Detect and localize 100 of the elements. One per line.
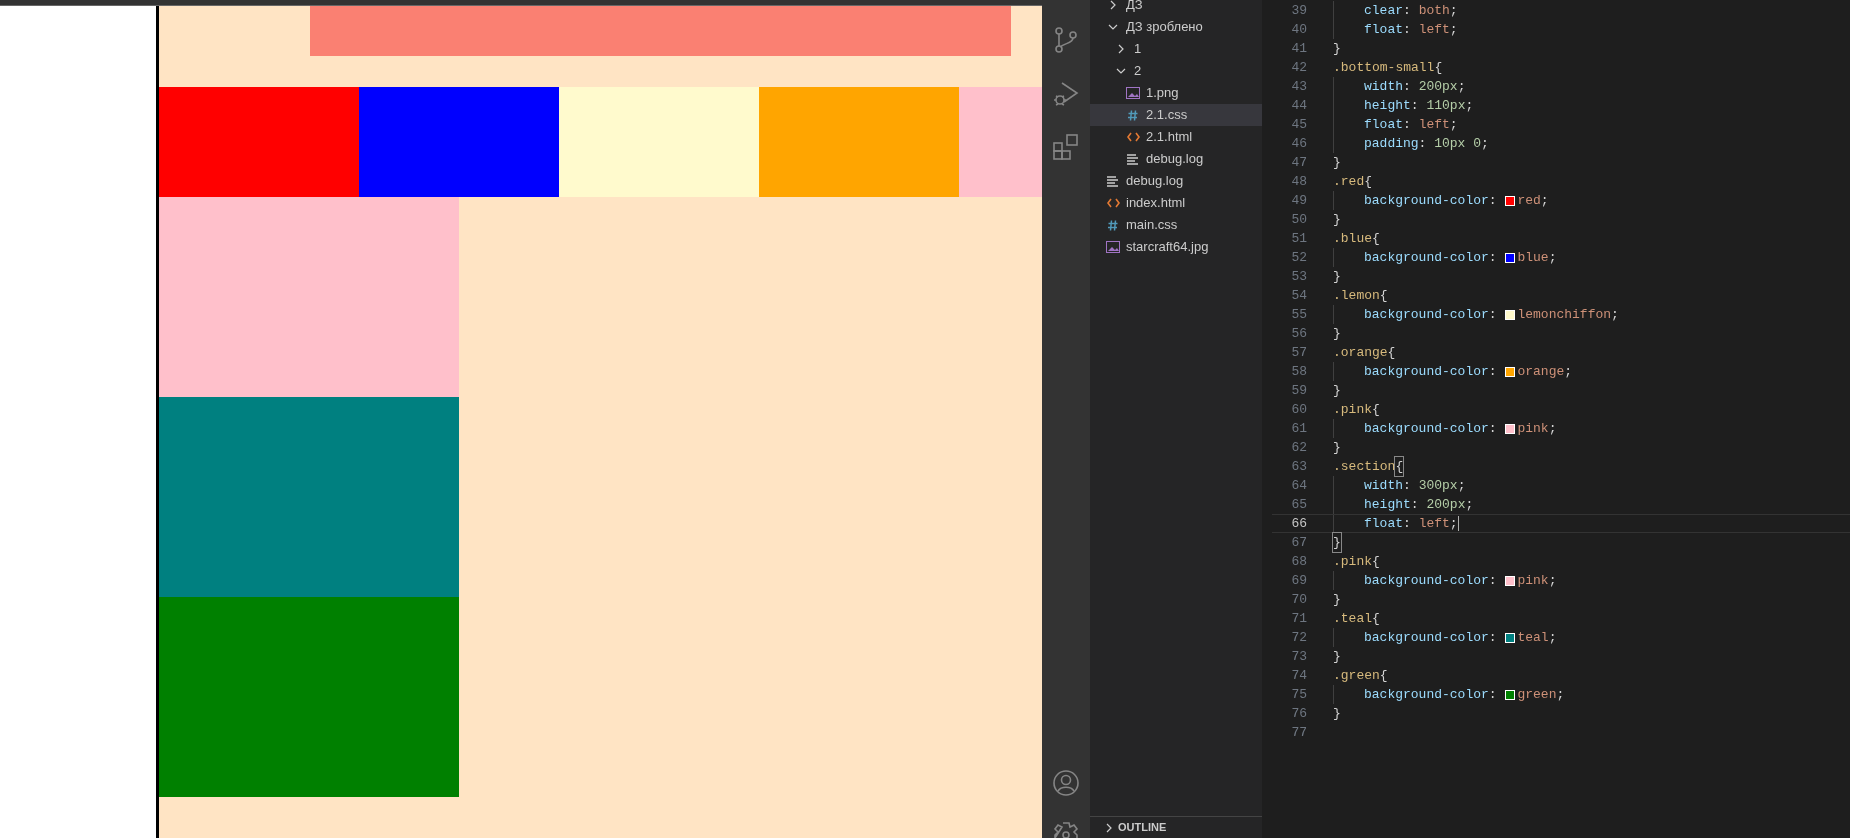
line-number: 61 [1290, 419, 1307, 438]
color-swatch[interactable] [1505, 366, 1516, 377]
line-number: 62 [1290, 438, 1307, 457]
code-line: } [1333, 381, 1341, 400]
line-number: 42 [1290, 58, 1307, 77]
folder-item[interactable]: 2 [1090, 60, 1262, 82]
color-swatch[interactable] [1505, 309, 1516, 320]
code-line: } [1333, 533, 1341, 552]
line-number: 46 [1290, 134, 1307, 153]
code-line: width: 300px; [1333, 476, 1466, 495]
line-number: 71 [1290, 609, 1307, 628]
source-control-icon[interactable] [1053, 26, 1079, 54]
chevron-icon [1114, 68, 1128, 74]
folder-item[interactable]: 1 [1090, 38, 1262, 60]
code-line: } [1333, 39, 1341, 58]
color-swatch[interactable] [1505, 632, 1516, 643]
code-line: width: 200px; [1333, 77, 1466, 96]
code-line: } [1333, 153, 1341, 172]
code-line: .lemon{ [1333, 286, 1388, 305]
color-swatch[interactable] [1505, 575, 1516, 586]
code-line: float: left; [1333, 115, 1458, 134]
code-brackets-icon [1126, 132, 1140, 142]
color-swatch[interactable] [1505, 195, 1516, 206]
line-number: 43 [1290, 77, 1307, 96]
code-line: } [1333, 590, 1341, 609]
file-item[interactable]: index.html [1090, 192, 1262, 214]
color-swatch[interactable] [1505, 252, 1516, 263]
file-item[interactable]: debug.log [1090, 148, 1262, 170]
line-number: 72 [1290, 628, 1307, 647]
line-number: 63 [1290, 457, 1307, 476]
code-line: .teal{ [1333, 609, 1380, 628]
line-number: 77 [1290, 723, 1307, 742]
line-number: 75 [1290, 685, 1307, 704]
line-number: 54 [1290, 286, 1307, 305]
code-line: } [1333, 210, 1341, 229]
file-item[interactable]: starcraft64.jpg [1090, 236, 1262, 258]
code-line: clear: both; [1333, 1, 1458, 20]
line-number: 39 [1290, 1, 1307, 20]
line-number: 44 [1290, 96, 1307, 115]
hash-icon [1126, 109, 1140, 121]
code-line: .pink{ [1333, 552, 1380, 571]
run-debug-icon[interactable] [1053, 80, 1079, 108]
extensions-icon[interactable] [1053, 134, 1079, 160]
line-number: 55 [1290, 305, 1307, 324]
code-line: float: left; [1333, 20, 1458, 39]
line-number: 58 [1290, 362, 1307, 381]
text-lines-icon [1126, 153, 1140, 165]
code-line: height: 110px; [1333, 96, 1474, 115]
line-number: 60 [1290, 400, 1307, 419]
code-line: height: 200px; [1333, 495, 1474, 514]
file-item[interactable]: debug.log [1090, 170, 1262, 192]
file-item[interactable]: main.css [1090, 214, 1262, 236]
line-number: 70 [1290, 590, 1307, 609]
code-line: padding: 10px 0; [1333, 134, 1489, 153]
line-number: 40 [1290, 20, 1307, 39]
folder-item[interactable]: ДЗ зроблено [1090, 16, 1262, 38]
folder-item[interactable]: ДЗ [1090, 0, 1262, 16]
line-number: 50 [1290, 210, 1307, 229]
line-number: 45 [1290, 115, 1307, 134]
line-number: 59 [1290, 381, 1307, 400]
code-line: .section{ [1333, 457, 1404, 476]
line-number: 68 [1290, 552, 1307, 571]
account-icon[interactable] [1053, 770, 1079, 796]
line-number: 48 [1290, 172, 1307, 191]
image-file-icon [1126, 87, 1140, 99]
code-line: background-color: red; [1333, 191, 1549, 210]
color-swatch[interactable] [1505, 423, 1516, 434]
code-line: background-color: orange; [1333, 362, 1573, 381]
code-line: } [1333, 438, 1341, 457]
file-item[interactable]: 2.1.css [1090, 104, 1262, 126]
chevron-icon [1106, 24, 1120, 30]
line-number: 41 [1290, 39, 1307, 58]
hash-icon [1106, 219, 1120, 231]
chevron-icon [1106, 822, 1112, 833]
code-line: } [1333, 704, 1341, 723]
line-number: 53 [1290, 267, 1307, 286]
color-swatch[interactable] [1505, 689, 1516, 700]
line-number: 52 [1290, 248, 1307, 267]
code-line: background-color: green; [1333, 685, 1565, 704]
code-line: } [1333, 647, 1341, 666]
line-number: 69 [1290, 571, 1307, 590]
text-lines-icon [1106, 175, 1120, 187]
code-line: .bottom-small{ [1333, 58, 1443, 77]
line-number: 76 [1290, 704, 1307, 723]
line-number: 67 [1290, 533, 1307, 552]
line-number: 57 [1290, 343, 1307, 362]
code-line: background-color: pink; [1333, 571, 1557, 590]
code-line: .green{ [1333, 666, 1388, 685]
code-line: background-color: blue; [1333, 248, 1557, 267]
line-number: 47 [1290, 153, 1307, 172]
code-line: .blue{ [1333, 229, 1380, 248]
code-brackets-icon [1106, 198, 1120, 208]
code-line: background-color: teal; [1333, 628, 1557, 647]
code-line: .pink{ [1333, 400, 1380, 419]
line-number: 66 [1290, 514, 1307, 533]
line-number: 56 [1290, 324, 1307, 343]
line-number: 64 [1290, 476, 1307, 495]
file-item[interactable]: 1.png [1090, 82, 1262, 104]
file-item[interactable]: 2.1.html [1090, 126, 1262, 148]
line-number: 73 [1290, 647, 1307, 666]
